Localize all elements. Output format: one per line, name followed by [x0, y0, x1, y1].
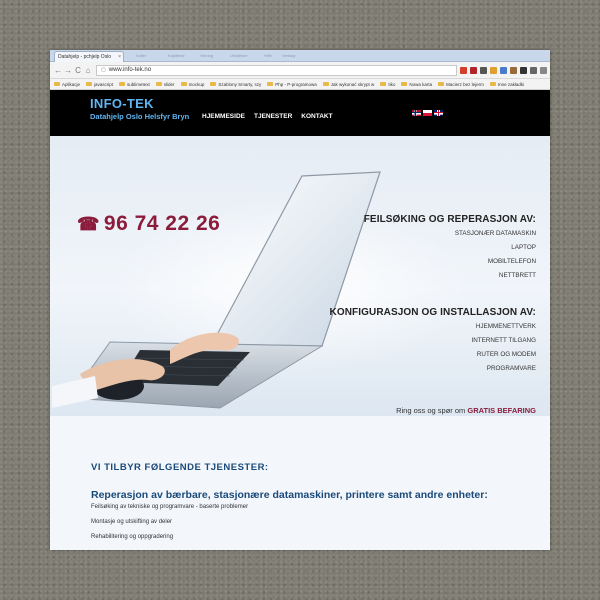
services-list: Feilsøking av tekniske og programvare - … — [91, 504, 248, 549]
site-logo-subtitle: Datahjelp Oslo Helsfyr Bryn — [90, 112, 190, 121]
reload-icon[interactable]: C — [73, 66, 83, 75]
service-item[interactable]: STASJONÆR DATAMASKIN — [330, 230, 536, 237]
service-item[interactable]: RUTER OG MODEM — [330, 351, 536, 358]
extension-icon[interactable] — [490, 66, 497, 74]
service-item[interactable]: INTERNETT TILGANG — [330, 337, 537, 344]
cta-text: Ring oss og spør om — [396, 406, 466, 415]
service-item[interactable]: MOBILTELEFON — [330, 258, 536, 265]
folder-icon — [180, 82, 187, 86]
tab-ghost[interactable]: Visning — [200, 53, 213, 58]
list-item: Rehabilitering og oppgradering — [91, 534, 174, 540]
flag-uk-icon[interactable] — [434, 110, 443, 116]
bookmark-item[interactable]: Macierz bez lejerm — [438, 82, 484, 87]
cta-line: Ring oss og spør om GRATIS BEFARING — [396, 406, 536, 415]
bookmarks-bar: Aplikacje javascript sublimetext slider … — [50, 79, 550, 90]
apps-icon — [54, 82, 60, 86]
nav-link-contact[interactable]: KONTAKT — [301, 113, 332, 120]
extension-icon[interactable] — [470, 66, 477, 74]
folder-icon — [210, 82, 217, 86]
service-item[interactable]: PROGRAMVARE — [330, 365, 536, 372]
bookmark-item[interactable]: Inne zakładki — [489, 82, 524, 87]
tab-ghost[interactable]: Kapitlene — [168, 53, 185, 58]
folder-icon — [322, 82, 329, 86]
bookmark-item[interactable]: slider — [155, 82, 175, 87]
phone-number-text: 96 74 22 26 — [103, 212, 221, 235]
website: INFO-TEK Datahjelp Oslo Helsfyr Bryn HJE… — [50, 90, 550, 550]
nav-link-services[interactable]: TJENESTER — [254, 113, 292, 120]
bookmark-item[interactable]: Aplikacje — [54, 82, 80, 87]
hero-banner: ☎ 96 74 22 26 FEILSØKING OG REPERASJON A… — [50, 136, 550, 416]
extension-icon[interactable] — [480, 66, 487, 74]
extension-icon[interactable] — [500, 66, 507, 74]
site-header: INFO-TEK Datahjelp Oslo Helsfyr Bryn HJE… — [50, 90, 550, 136]
services-heading-config: KONFIGURASJON OG INSTALLASJON AV: — [329, 307, 536, 318]
services-subheading: Reperasjon av bærbare, stasjonære datama… — [91, 489, 488, 501]
browser-window: Datahjelp - pchjelp Oslo × Kaller Kapitl… — [50, 50, 550, 550]
menu-icon[interactable] — [540, 66, 547, 74]
extension-icon[interactable] — [460, 66, 467, 74]
list-item: Montasje og utskifting av deler — [91, 519, 173, 525]
home-icon[interactable]: ⌂ — [83, 66, 93, 75]
folder-icon — [155, 82, 162, 86]
cta-free-visit[interactable]: GRATIS BEFARING — [467, 406, 536, 415]
tab-close-icon[interactable]: × — [118, 54, 121, 60]
flag-norway-icon[interactable] — [412, 110, 421, 116]
browser-tabbar: Datahjelp - pchjelp Oslo × Kaller Kapitl… — [50, 50, 550, 62]
list-item: Feilsøking av tekniske og programvare - … — [91, 504, 249, 510]
tab-ghost[interactable]: Utvidelser — [230, 53, 248, 58]
extension-icons — [460, 66, 547, 74]
folder-icon — [119, 82, 126, 86]
tab-title: Datahjelp - pchjelp Oslo — [58, 54, 112, 60]
forward-icon[interactable]: → — [63, 66, 73, 75]
bookmark-item[interactable]: mockup — [180, 82, 204, 87]
service-item[interactable]: LAPTOP — [330, 244, 536, 251]
site-logo-title[interactable]: INFO-TEK — [90, 96, 154, 111]
language-switcher — [412, 110, 443, 116]
services-section-heading: VI TILBYR FØLGENDE TJENESTER: — [91, 462, 269, 473]
url-text: www.info-tek.no — [108, 67, 152, 73]
folder-icon — [489, 82, 496, 86]
folder-icon — [438, 82, 445, 86]
folder-icon — [401, 82, 408, 86]
back-icon[interactable]: ← — [53, 66, 63, 75]
bookmark-item[interactable]: sublimetext — [119, 82, 150, 87]
extension-icon[interactable] — [520, 66, 527, 74]
bookmark-item[interactable]: Php - P-programowa — [267, 82, 317, 87]
flag-poland-icon[interactable] — [423, 110, 432, 116]
phone-number[interactable]: ☎ 96 74 22 26 — [77, 212, 220, 236]
folder-icon — [86, 82, 93, 86]
tab-ghost[interactable]: Kaller — [136, 53, 146, 58]
folder-icon — [380, 82, 387, 86]
tab-ghost[interactable]: Hilfe — [264, 53, 272, 58]
bookmark-item[interactable]: tiko — [380, 82, 395, 87]
hero-services: FEILSØKING OG REPERASJON AV: STASJONÆR D… — [330, 214, 536, 379]
nav-link-home[interactable]: HJEMMESIDE — [202, 113, 245, 120]
url-input[interactable]: ▢ www.info-tek.no — [96, 64, 457, 76]
phone-icon: ☎ — [77, 213, 100, 234]
tab-ghost[interactable]: Verktøy — [282, 53, 296, 58]
services-heading-repair: FEILSØKING OG REPERASJON AV: — [363, 214, 536, 225]
extension-icon[interactable] — [530, 66, 537, 74]
extension-icon[interactable] — [510, 66, 517, 74]
bookmark-item[interactable]: javascript — [86, 82, 113, 87]
page-icon: ▢ — [101, 67, 106, 73]
site-nav: HJEMMESIDE TJENESTER KONTAKT — [202, 113, 333, 120]
services-section: VI TILBYR FØLGENDE TJENESTER: Reperasjon… — [50, 416, 550, 550]
browser-tab-active[interactable]: Datahjelp - pchjelp Oslo × — [54, 51, 124, 62]
service-item[interactable]: NETTBRETT — [330, 272, 536, 279]
bookmark-item[interactable]: Nowa karta — [401, 82, 432, 87]
service-item[interactable]: HJEMMENETTVERK — [330, 323, 536, 330]
bookmark-item[interactable]: Szablony Smarty, szy — [210, 82, 261, 87]
address-bar-row: ← → C ⌂ ▢ www.info-tek.no — [50, 62, 550, 79]
bookmark-item[interactable]: Jak wykonać skrypt w — [322, 82, 374, 87]
folder-icon — [267, 82, 274, 86]
